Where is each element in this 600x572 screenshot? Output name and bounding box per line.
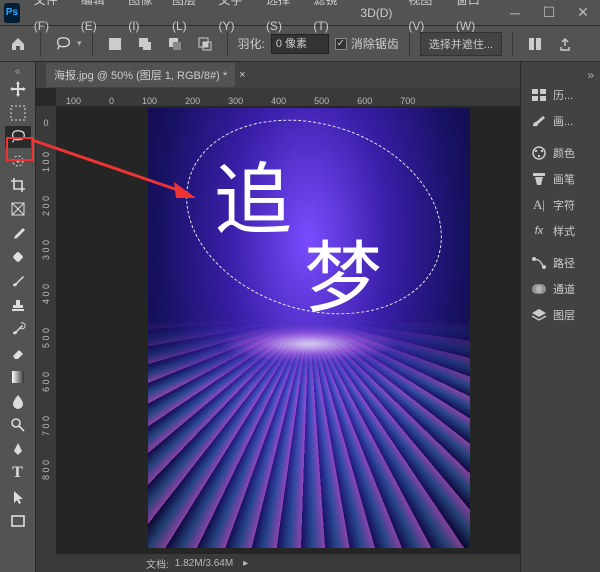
- status-value: 1.82M/3.64M: [175, 558, 233, 569]
- status-bar: 文档: 1.82M/3.64M ▸: [56, 554, 520, 572]
- arrange-icon[interactable]: [523, 32, 547, 56]
- panel-channels[interactable]: 通道: [521, 276, 600, 302]
- tool-marquee[interactable]: [5, 102, 31, 124]
- menu-3d[interactable]: 3D(D): [352, 0, 400, 26]
- tool-brush[interactable]: [5, 270, 31, 292]
- panel-color[interactable]: 颜色: [521, 140, 600, 166]
- tool-gradient[interactable]: [5, 366, 31, 388]
- tool-quick-select[interactable]: [5, 150, 31, 172]
- selection-subtract-icon[interactable]: [163, 32, 187, 56]
- tool-lasso[interactable]: [5, 126, 31, 148]
- share-icon[interactable]: [553, 32, 577, 56]
- min-icon[interactable]: ─: [498, 0, 532, 26]
- tool-eyedropper[interactable]: [5, 222, 31, 244]
- tool-eraser[interactable]: [5, 342, 31, 364]
- panel-brush-presets[interactable]: 画...: [521, 108, 600, 134]
- selection-add-icon[interactable]: [133, 32, 157, 56]
- document-tab[interactable]: 海报.jpg @ 50% (图层 1, RGB/8#) *: [46, 63, 235, 87]
- ruler-vertical: 0 1 0 0 2 0 0 3 0 0 4 0 0 5 0 0 6 0 0 7 …: [36, 106, 56, 572]
- home-icon[interactable]: [6, 32, 30, 56]
- status-prefix: 文档:: [146, 556, 169, 571]
- tool-stamp[interactable]: [5, 294, 31, 316]
- menu-type[interactable]: 文字(Y): [210, 0, 257, 39]
- tool-crop[interactable]: [5, 174, 31, 196]
- feather-input[interactable]: 0 像素: [271, 34, 329, 54]
- tool-healing[interactable]: [5, 246, 31, 268]
- ruler-horizontal: 1000 100200 300400 500600 700: [56, 88, 520, 106]
- tool-pen[interactable]: [5, 438, 31, 460]
- panel-layers[interactable]: 图层: [521, 302, 600, 328]
- status-chevron-icon[interactable]: ▸: [243, 558, 248, 569]
- toolbox: « T: [0, 62, 36, 572]
- document-page: 追 梦: [148, 108, 470, 548]
- tool-blur[interactable]: [5, 390, 31, 412]
- document-tab-bar: 海报.jpg @ 50% (图层 1, RGB/8#) * ×: [36, 62, 520, 88]
- tool-history-brush[interactable]: [5, 318, 31, 340]
- canvas-area: 海报.jpg @ 50% (图层 1, RGB/8#) * × 1000 100…: [36, 62, 520, 572]
- selection-new-icon[interactable]: [103, 32, 127, 56]
- antialias-label: 消除锯齿: [351, 35, 399, 52]
- tool-path-select[interactable]: [5, 486, 31, 508]
- checkbox-checked-icon: ✓: [335, 38, 347, 50]
- app-logo: Ps: [4, 3, 20, 23]
- feather-label: 羽化:: [238, 35, 265, 52]
- tool-frame[interactable]: [5, 198, 31, 220]
- tool-shape[interactable]: [5, 510, 31, 532]
- selection-marquee: [161, 108, 468, 346]
- panel-brushes[interactable]: 画笔: [521, 166, 600, 192]
- max-icon[interactable]: ☐: [532, 0, 566, 26]
- toolbox-collapse-icon[interactable]: «: [8, 66, 28, 76]
- close-icon[interactable]: ✕: [566, 0, 600, 26]
- current-tool-lasso-icon[interactable]: [51, 32, 75, 56]
- panel-styles[interactable]: fx 样式: [521, 218, 600, 244]
- panel-paths[interactable]: 路径: [521, 250, 600, 276]
- tab-close-icon[interactable]: ×: [239, 69, 245, 81]
- panel-history[interactable]: 历...: [521, 82, 600, 108]
- tool-dodge[interactable]: [5, 414, 31, 436]
- select-and-mask-button[interactable]: 选择并遮住...: [420, 32, 502, 56]
- panel-dock: » 历... 画... 颜色 画笔 A| 字符 fx 样式 路径: [520, 62, 600, 572]
- panel-collapse-icon[interactable]: »: [521, 68, 600, 82]
- tool-type[interactable]: T: [5, 462, 31, 484]
- selection-intersect-icon[interactable]: [193, 32, 217, 56]
- antialias-checkbox[interactable]: ✓ 消除锯齿: [335, 35, 399, 52]
- select-mask-label: 选择并遮住...: [429, 36, 493, 52]
- canvas[interactable]: 追 梦: [56, 106, 520, 554]
- window-controls: ─ ☐ ✕: [498, 0, 600, 26]
- tool-move[interactable]: [5, 78, 31, 100]
- panel-character[interactable]: A| 字符: [521, 192, 600, 218]
- menu-bar: Ps 文件(F) 编辑(E) 图像(I) 图层(L) 文字(Y) 选择(S) 滤…: [0, 0, 600, 26]
